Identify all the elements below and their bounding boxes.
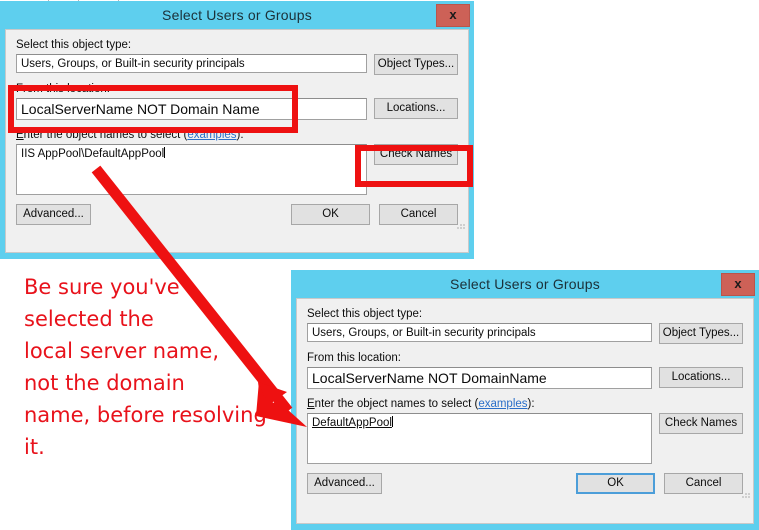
object-type-field[interactable]: Users, Groups, or Built-in security prin… xyxy=(16,54,367,73)
dialog1-names-row: IIS AppPool\DefaultAppPool Check Names xyxy=(16,144,458,195)
dialog1-title: Select Users or Groups xyxy=(162,7,312,23)
examples-link[interactable]: examples xyxy=(478,398,527,410)
dialog1-body: Select this object type: Users, Groups, … xyxy=(5,29,469,253)
dialog1-object-type-row: Users, Groups, or Built-in security prin… xyxy=(16,54,458,75)
location-field[interactable]: LocalServerName NOT DomainName xyxy=(307,367,652,389)
names-label-tail: ): xyxy=(527,398,535,410)
location-field[interactable]: LocalServerName NOT Domain Name xyxy=(16,98,367,120)
dialog2-title: Select Users or Groups xyxy=(450,276,600,292)
dialog2-names-label: Enter the object names to select (exampl… xyxy=(307,397,743,411)
dialog2-button-row: Advanced... OK Cancel xyxy=(307,473,743,494)
object-type-field[interactable]: Users, Groups, or Built-in security prin… xyxy=(307,323,652,342)
text-caret xyxy=(391,416,393,427)
advanced-button[interactable]: Advanced... xyxy=(307,473,382,494)
resize-grip-icon[interactable] xyxy=(741,489,751,499)
locations-button[interactable]: Locations... xyxy=(374,98,458,119)
close-icon[interactable]: x xyxy=(436,4,470,27)
text-caret xyxy=(164,147,166,158)
dialog1-names-label: Enter the object names to select (exampl… xyxy=(16,128,458,142)
object-types-button[interactable]: Object Types... xyxy=(374,54,458,75)
names-label-accesskey: E xyxy=(16,129,24,141)
names-label-text: nter the object names to select ( xyxy=(314,398,479,410)
dialog2-location-label: From this location: xyxy=(307,352,401,364)
dialog2-object-type-label: Select this object type: xyxy=(307,308,423,320)
dialog2-object-type-row: Users, Groups, or Built-in security prin… xyxy=(307,323,743,344)
ok-button[interactable]: OK xyxy=(576,473,655,494)
names-label-text: nter the object names to select ( xyxy=(23,129,188,141)
cancel-button[interactable]: Cancel xyxy=(379,204,458,225)
dialog1-content: Select this object type: Users, Groups, … xyxy=(6,30,468,231)
dialog1-location-row: LocalServerName NOT Domain Name Location… xyxy=(16,98,458,120)
dialog2-names-row: DefaultAppPool Check Names xyxy=(307,413,743,464)
dialog1-titlebar[interactable]: Select Users or Groups x xyxy=(0,1,474,29)
dialog2-body: Select this object type: Users, Groups, … xyxy=(296,298,754,524)
dialog2-titlebar[interactable]: Select Users or Groups x xyxy=(291,270,759,298)
examples-link[interactable]: examples xyxy=(187,129,236,141)
dialog1-object-type-label: Select this object type: xyxy=(16,39,132,51)
names-label-tail: ): xyxy=(236,129,244,141)
object-names-value: IIS AppPool\DefaultAppPool xyxy=(21,148,165,160)
check-names-button[interactable]: Check Names xyxy=(659,413,743,434)
object-names-input[interactable]: IIS AppPool\DefaultAppPool xyxy=(16,144,367,195)
advanced-button[interactable]: Advanced... xyxy=(16,204,91,225)
ok-button[interactable]: OK xyxy=(291,204,370,225)
object-names-input[interactable]: DefaultAppPool xyxy=(307,413,652,464)
select-users-or-groups-dialog-1[interactable]: Select Users or Groups x Select this obj… xyxy=(0,1,474,259)
close-icon[interactable]: x xyxy=(721,273,755,296)
check-names-button[interactable]: Check Names xyxy=(374,144,458,165)
dialog1-button-row: Advanced... OK Cancel xyxy=(16,204,458,225)
object-types-button[interactable]: Object Types... xyxy=(659,323,743,344)
names-label-accesskey: E xyxy=(307,398,315,410)
resize-grip-icon[interactable] xyxy=(456,220,466,230)
dialog1-location-label: From this location: xyxy=(16,83,110,95)
dialog2-location-row: LocalServerName NOT DomainName Locations… xyxy=(307,367,743,389)
select-users-or-groups-dialog-2[interactable]: Select Users or Groups x Select this obj… xyxy=(291,270,759,530)
dialog2-content: Select this object type: Users, Groups, … xyxy=(297,299,753,500)
object-names-value: DefaultAppPool xyxy=(312,417,392,429)
annotation-text: Be sure you've selected the local server… xyxy=(24,275,267,459)
cancel-button[interactable]: Cancel xyxy=(664,473,743,494)
locations-button[interactable]: Locations... xyxy=(659,367,743,388)
